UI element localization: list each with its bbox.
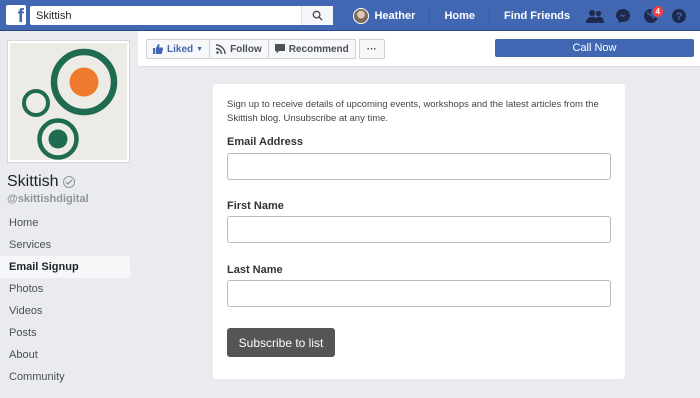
sidebar-item-photos[interactable]: Photos (0, 278, 130, 300)
search-box (30, 6, 333, 25)
profile-picture[interactable] (7, 40, 130, 163)
last-name-label: Last Name (227, 264, 283, 276)
notification-count-badge: 4 (651, 4, 664, 18)
chevron-down-icon: ▼ (196, 45, 204, 53)
first-name-label: First Name (227, 200, 284, 212)
rss-icon (216, 44, 226, 54)
sidebar-item-home[interactable]: Home (0, 212, 130, 234)
verified-check-icon (62, 176, 75, 188)
speech-bubble-icon (274, 44, 285, 54)
help-button[interactable]: ? (668, 5, 690, 27)
search-button[interactable] (301, 6, 333, 25)
page-sidebar: Skittish @skittishdigital Home Services … (0, 31, 138, 398)
avatar (353, 7, 370, 24)
page-nav-list: Home Services Email Signup Photos Videos… (0, 212, 130, 388)
friend-requests-button[interactable] (584, 5, 606, 27)
sidebar-item-about[interactable]: About (0, 344, 130, 366)
skittish-logo-icon (22, 48, 118, 160)
sidebar-item-community[interactable]: Community (0, 366, 130, 388)
top-nav-right: Heather Home Find Friends 4 ? (353, 0, 700, 31)
page-action-bar: Liked ▼ Follow Recommend ··· Call Now (138, 31, 700, 67)
sidebar-item-posts[interactable]: Posts (0, 322, 130, 344)
email-signup-card: Sign up to receive details of upcoming e… (213, 84, 625, 379)
subscribe-button[interactable]: Subscribe to list (227, 328, 335, 357)
liked-button[interactable]: Liked ▼ (146, 39, 211, 59)
recommend-button[interactable]: Recommend (267, 39, 356, 59)
signup-intro-text: Sign up to receive details of upcoming e… (227, 99, 599, 124)
sidebar-item-videos[interactable]: Videos (0, 300, 130, 322)
email-label: Email Address (227, 136, 304, 148)
skittish-logo (10, 43, 127, 160)
call-now-button[interactable]: Call Now (495, 39, 694, 57)
nav-find-friends-link[interactable]: Find Friends (504, 10, 570, 22)
page-title: Skittish (7, 173, 75, 191)
svg-text:?: ? (676, 11, 683, 23)
more-options-button[interactable]: ··· (358, 39, 385, 59)
top-navigation-bar: f Heather Home Find Friends 4 ? (0, 0, 700, 31)
email-field[interactable] (227, 153, 611, 180)
user-name: Heather (374, 9, 416, 22)
nav-home-link[interactable]: Home (444, 10, 475, 22)
page-handle: @skittishdigital (7, 193, 89, 205)
first-name-field[interactable] (227, 216, 611, 243)
liked-label: Liked (167, 43, 194, 55)
search-input[interactable] (30, 6, 300, 25)
recommend-label: Recommend (288, 43, 349, 55)
sidebar-item-services[interactable]: Services (0, 234, 130, 256)
follow-button[interactable]: Follow (209, 39, 269, 59)
page-actions: Liked ▼ Follow Recommend ··· (146, 39, 385, 59)
follow-label: Follow (230, 43, 262, 55)
sidebar-item-email-signup[interactable]: Email Signup (0, 256, 130, 278)
last-name-field[interactable] (227, 280, 611, 307)
notifications-button[interactable]: 4 (640, 4, 664, 27)
nav-divider (489, 8, 490, 23)
friends-icon (586, 9, 604, 23)
nav-divider (429, 8, 431, 23)
facebook-logo-icon[interactable]: f (6, 5, 26, 27)
page-name-text: Skittish (7, 173, 59, 190)
messenger-button[interactable] (612, 5, 634, 27)
question-icon: ? (672, 8, 686, 23)
search-icon (312, 10, 323, 21)
profile-link[interactable]: Heather (353, 7, 416, 24)
messenger-icon (616, 8, 630, 23)
thumbs-up-icon (153, 44, 163, 54)
more-icon: ··· (366, 43, 377, 55)
